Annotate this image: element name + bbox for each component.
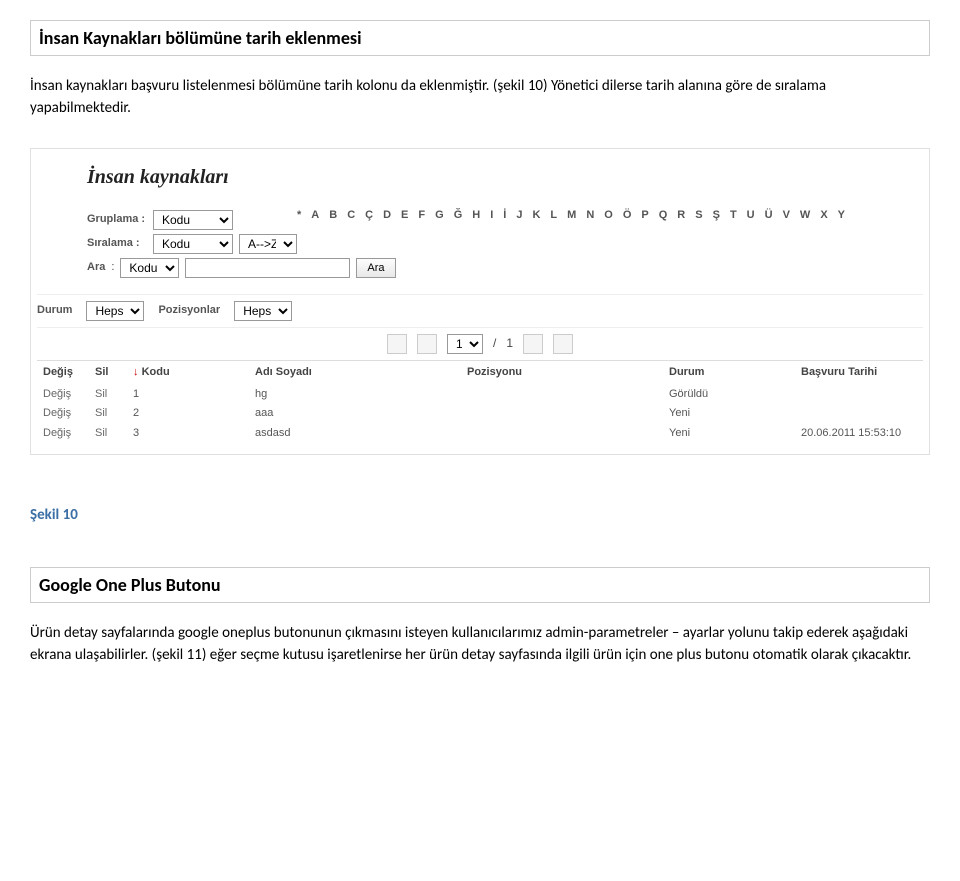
cell-kodu: 1	[127, 385, 249, 405]
select-sortdir[interactable]: A-->Z	[239, 234, 297, 254]
col-basvuru[interactable]: Başvuru Tarihi	[795, 360, 923, 384]
pager-prev-button[interactable]	[417, 334, 437, 354]
alpha-letter[interactable]: Ç	[365, 208, 373, 224]
input-ara[interactable]	[185, 258, 350, 278]
col-adsoyad[interactable]: Adı Soyadı	[249, 360, 461, 384]
table-row: Değiş Sil 1hg Görüldü	[37, 385, 923, 405]
alpha-letter[interactable]: I	[490, 208, 493, 224]
cell-tarih: 20.06.2011 15:53:10	[795, 424, 923, 444]
select-durum[interactable]: Hepsi	[86, 301, 144, 321]
alpha-letter[interactable]: X	[820, 208, 827, 224]
cell-poz	[461, 385, 663, 405]
select-ara-field[interactable]: Kodu	[120, 258, 179, 278]
alpha-letter[interactable]: *	[297, 208, 301, 224]
table-row: Değiş Sil 3asdasd Yeni20.06.2011 15:53:10	[37, 424, 923, 444]
alpha-letter[interactable]: Ü	[765, 208, 773, 224]
alpha-letter[interactable]: S	[695, 208, 702, 224]
cell-ad: aaa	[249, 404, 461, 424]
col-kodu[interactable]: ↓ Kodu	[127, 360, 249, 384]
alpha-letter[interactable]: F	[418, 208, 425, 224]
row-delete-link[interactable]: Sil	[95, 427, 107, 439]
alpha-letter[interactable]: K	[532, 208, 540, 224]
cell-kodu: 3	[127, 424, 249, 444]
col-sil[interactable]: Sil	[89, 360, 127, 384]
label-gruplama: Gruplama :	[87, 212, 147, 228]
select-siralama[interactable]: Kodu	[153, 234, 233, 254]
cell-ad: hg	[249, 385, 461, 405]
section-heading-2: Google One Plus Butonu	[30, 567, 930, 603]
section-heading-1: İnsan Kaynakları bölümüne tarih eklenmes…	[30, 20, 930, 56]
alpha-letter[interactable]: B	[329, 208, 337, 224]
col-degis[interactable]: Değiş	[37, 360, 89, 384]
alpha-letter[interactable]: C	[347, 208, 355, 224]
alpha-bar: * ABCÇDEFGĞHIİJKLMNOÖPQRSŞTUÜVWXY	[297, 206, 845, 224]
alpha-letter[interactable]: G	[435, 208, 444, 224]
row-delete-link[interactable]: Sil	[95, 388, 107, 400]
alpha-letter[interactable]: D	[383, 208, 391, 224]
alpha-letter[interactable]: Ş	[713, 208, 720, 224]
pager-next-button[interactable]	[523, 334, 543, 354]
screenshot-insan-kaynaklari: İnsan kaynakları Gruplama : Kodu Sıralam…	[30, 148, 930, 456]
col-pozisyon[interactable]: Pozisyonu	[461, 360, 663, 384]
alpha-letter[interactable]: İ	[503, 208, 506, 224]
alpha-letter[interactable]: Q	[659, 208, 668, 224]
cell-ad: asdasd	[249, 424, 461, 444]
cell-durum: Yeni	[663, 404, 795, 424]
alpha-letter[interactable]: M	[567, 208, 576, 224]
row-edit-link[interactable]: Değiş	[43, 407, 71, 419]
pager-sep: /	[493, 335, 496, 352]
alpha-letter[interactable]: W	[800, 208, 810, 224]
alpha-letter[interactable]: T	[730, 208, 737, 224]
alpha-letter[interactable]: P	[641, 208, 648, 224]
cell-tarih	[795, 404, 923, 424]
alpha-letter[interactable]: U	[747, 208, 755, 224]
pager-total: 1	[506, 335, 513, 352]
cell-kodu: 2	[127, 404, 249, 424]
pager-page-select[interactable]: 1	[447, 334, 483, 354]
search-button[interactable]: Ara	[356, 258, 395, 278]
cell-poz	[461, 424, 663, 444]
alpha-letter[interactable]: Ğ	[454, 208, 463, 224]
alpha-letter[interactable]: H	[472, 208, 480, 224]
paragraph-2: Ürün detay sayfalarında google oneplus b…	[30, 623, 930, 667]
alpha-letter[interactable]: R	[677, 208, 685, 224]
table-header-row: Değiş Sil ↓ Kodu Adı Soyadı Pozisyonu Du…	[37, 360, 923, 384]
cell-durum: Görüldü	[663, 385, 795, 405]
sort-arrow-icon: ↓	[133, 366, 139, 378]
cell-tarih	[795, 385, 923, 405]
alpha-letter[interactable]: Ö	[623, 208, 632, 224]
select-pozisyonlar[interactable]: Hepsi	[234, 301, 292, 321]
alpha-letter[interactable]: J	[516, 208, 522, 224]
pager-last-button[interactable]	[553, 334, 573, 354]
alpha-letter[interactable]: N	[586, 208, 594, 224]
figure-label-10: Şekil 10	[30, 505, 930, 527]
row-delete-link[interactable]: Sil	[95, 407, 107, 419]
table-row: Değiş Sil 2aaa Yeni	[37, 404, 923, 424]
screenshot-title: İnsan kaynakları	[87, 153, 923, 206]
alpha-letter[interactable]: O	[604, 208, 613, 224]
row-edit-link[interactable]: Değiş	[43, 427, 71, 439]
alpha-letter[interactable]: E	[401, 208, 408, 224]
cell-durum: Yeni	[663, 424, 795, 444]
alpha-letter[interactable]: V	[783, 208, 790, 224]
row-edit-link[interactable]: Değiş	[43, 388, 71, 400]
data-table: Değiş Sil ↓ Kodu Adı Soyadı Pozisyonu Du…	[37, 360, 923, 445]
label-pozisyonlar: Pozisyonlar	[158, 303, 220, 319]
cell-poz	[461, 404, 663, 424]
col-durum[interactable]: Durum	[663, 360, 795, 384]
pager-first-button[interactable]	[387, 334, 407, 354]
alpha-letter[interactable]: A	[311, 208, 319, 224]
pager: 1 / 1	[37, 334, 923, 354]
label-siralama: Sıralama :	[87, 236, 147, 252]
paragraph-1: İnsan kaynakları başvuru listelenmesi bö…	[30, 76, 930, 120]
label-durum: Durum	[37, 303, 72, 319]
select-gruplama[interactable]: Kodu	[153, 210, 233, 230]
alpha-letter[interactable]: L	[550, 208, 557, 224]
label-ara: Ara	[87, 260, 105, 276]
alpha-letter[interactable]: Y	[838, 208, 845, 224]
